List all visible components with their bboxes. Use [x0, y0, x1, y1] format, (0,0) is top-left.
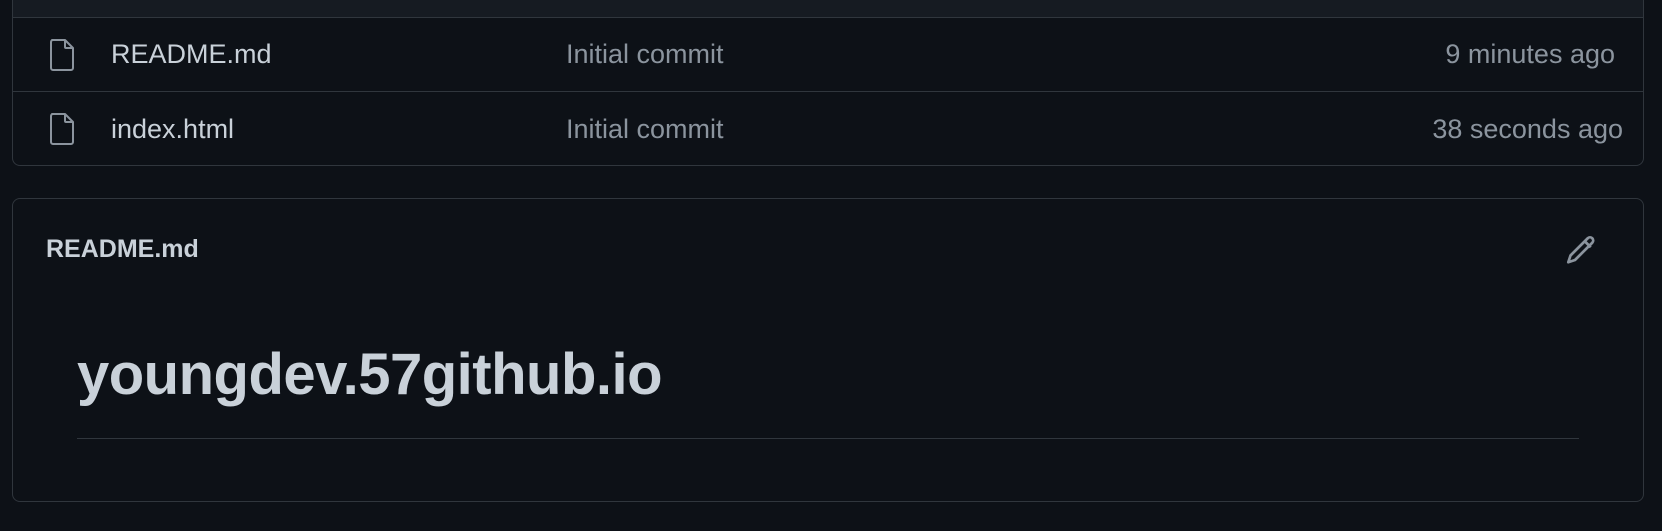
edit-readme-button[interactable]: [1563, 233, 1599, 269]
readme-panel: README.md youngdev.57github.io: [12, 198, 1644, 502]
title-divider: [77, 438, 1579, 439]
pencil-icon: [1566, 235, 1595, 264]
readme-header: README.md: [46, 235, 199, 263]
file-icon: [50, 38, 74, 71]
file-icon: [50, 113, 74, 145]
commit-message-link[interactable]: Initial commit: [566, 39, 724, 70]
readme-title: youngdev.57github.io: [77, 342, 663, 407]
file-name-link[interactable]: index.html: [111, 114, 234, 145]
file-list-header: [13, 0, 1643, 18]
commit-message-link[interactable]: Initial commit: [566, 114, 724, 145]
file-name-link[interactable]: README.md: [111, 39, 272, 70]
commit-time: 9 minutes ago: [1445, 39, 1615, 69]
file-row[interactable]: index.html Initial commit 38 seconds ago: [13, 92, 1643, 165]
file-list: README.md Initial commit 9 minutes ago i…: [12, 0, 1644, 166]
file-row[interactable]: README.md Initial commit 9 minutes ago: [13, 18, 1643, 92]
commit-time: 38 seconds ago: [1432, 113, 1623, 144]
